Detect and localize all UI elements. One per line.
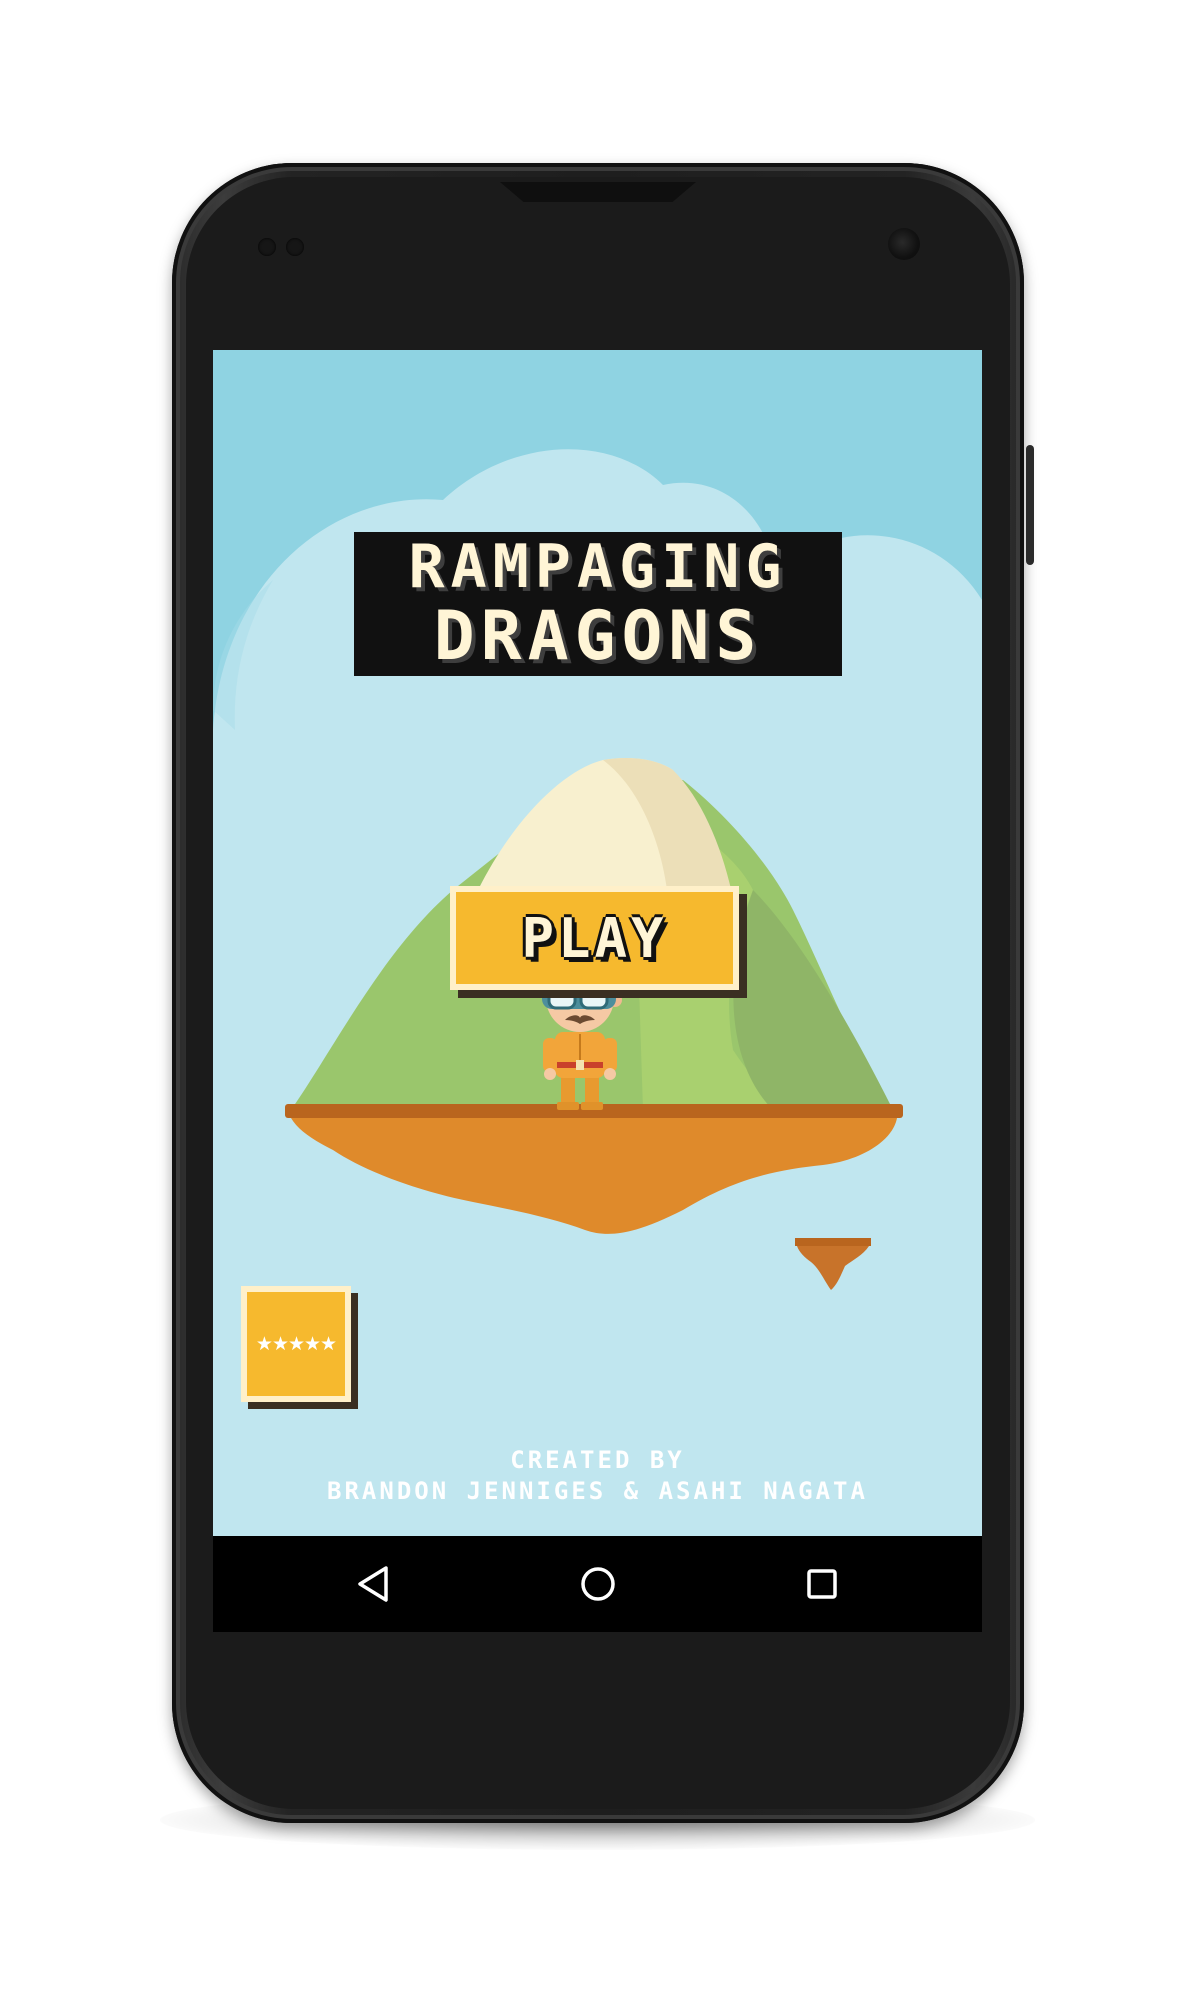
pilot-arm-right	[603, 1038, 617, 1072]
credits-heading: CREATED BY	[510, 1446, 685, 1474]
nav-home-button[interactable]	[538, 1536, 658, 1632]
pilot-boot-left	[557, 1102, 579, 1110]
earpiece-speaker	[500, 182, 696, 202]
game-title-logo: RAMPAGING DRAGONS	[354, 532, 842, 676]
proximity-sensors	[258, 238, 318, 258]
play-button-label: PLAY	[521, 906, 668, 970]
credits-names: BRANDON JENNIGES & ASAHI NAGATA	[327, 1477, 868, 1505]
rate-button[interactable]: ★★★★★	[241, 1286, 351, 1402]
sensor-dot	[258, 238, 276, 256]
title-line-2: DRAGONS	[433, 597, 763, 676]
pilot-boot-right	[581, 1102, 603, 1110]
pilot-leg-right	[585, 1074, 599, 1104]
rate-stars-icon: ★★★★★	[255, 1333, 337, 1355]
credits: CREATED BY BRANDON JENNIGES & ASAHI NAGA…	[213, 1445, 982, 1507]
back-triangle-icon	[358, 1566, 388, 1602]
home-circle-icon	[581, 1567, 615, 1601]
nav-back-button[interactable]	[313, 1536, 433, 1632]
recents-square-icon	[807, 1569, 837, 1599]
pilot-arm-left	[543, 1038, 557, 1072]
device-mockup: RAMPAGING DRAGONS PLAY ★★★★★ CREATED BY …	[0, 0, 1195, 1994]
game-screen: RAMPAGING DRAGONS PLAY ★★★★★ CREATED BY …	[213, 350, 982, 1536]
front-camera	[888, 228, 920, 260]
play-button[interactable]: PLAY	[450, 886, 739, 990]
android-navigation-bar	[213, 1536, 982, 1632]
title-line-1: RAMPAGING	[408, 532, 788, 602]
nav-recents-button[interactable]	[762, 1536, 882, 1632]
pilot-hand-right	[604, 1068, 616, 1080]
sensor-dot	[286, 238, 304, 256]
pilot-goggle-lens-left	[547, 988, 577, 1010]
pilot-hand-left	[544, 1068, 556, 1080]
volume-button	[1026, 445, 1034, 565]
small-island-edge	[795, 1238, 871, 1246]
pilot-leg-left	[561, 1074, 575, 1104]
pilot-goggle-lens-right	[579, 988, 609, 1010]
pilot-buckle	[576, 1060, 584, 1070]
